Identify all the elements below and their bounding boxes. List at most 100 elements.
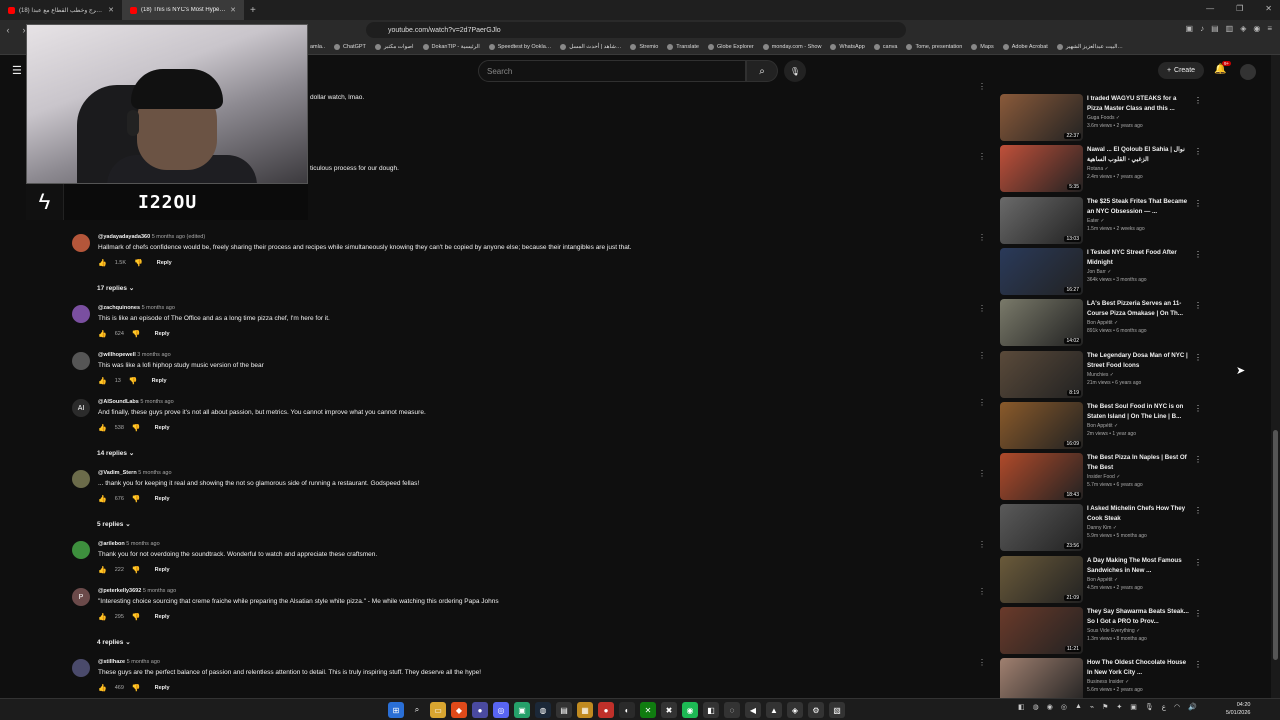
video-thumbnail[interactable]: 11:21 (1000, 607, 1083, 654)
like-icon[interactable]: 👍 (98, 495, 107, 503)
tray-icon[interactable]: ⚑ (1102, 703, 1108, 711)
page-scrollbar[interactable] (1271, 55, 1280, 698)
video-title[interactable]: I Asked Michelin Chefs How They Cook Ste… (1087, 504, 1189, 524)
browser-tab-1[interactable]: (18) جديد بالمرج وخطب القطاع مع عبدا… ✕ (0, 0, 122, 20)
tray-icon[interactable]: ◧ (1018, 703, 1025, 711)
close-tab-icon[interactable]: ✕ (108, 6, 114, 14)
app-icon[interactable]: ◈ (787, 702, 803, 718)
video-thumbnail[interactable]: 23:56 (1000, 504, 1083, 552)
comment-username[interactable]: @willhopewell 3 months ago (98, 352, 264, 358)
reply-button[interactable]: Reply (157, 260, 172, 266)
app-icon[interactable]: ◧ (703, 702, 719, 718)
steam-icon[interactable]: ◍ (535, 702, 551, 718)
view-replies-button[interactable]: 4 replies ⌄ (97, 638, 131, 646)
dislike-icon[interactable]: 👎 (132, 613, 141, 621)
bookmark-item[interactable]: Speedtest by Ookla… (488, 44, 551, 50)
extension-icon[interactable]: ▥ (1226, 24, 1234, 33)
volume-icon[interactable]: 🔊 (1188, 703, 1197, 711)
avatar[interactable] (72, 470, 90, 488)
video-title[interactable]: They Say Shawarma Beats Steak... So I Go… (1087, 607, 1189, 627)
recommendation-item[interactable]: 16:09 The Best Soul Food in NYC is on Sta… (1000, 401, 1202, 449)
recommendation-item[interactable]: 21:09 A Day Making The Most Famous Sandwi… (1000, 555, 1202, 603)
reply-button[interactable]: Reply (155, 614, 170, 620)
recommendation-item[interactable]: 16:27 I Tested NYC Street Food After Midn… (1000, 247, 1202, 295)
tray-icon[interactable]: ⌁ (1090, 703, 1094, 711)
video-menu-icon[interactable]: ⋮ (1194, 147, 1202, 156)
comment-username[interactable]: @peterkelly3692 5 months ago (98, 588, 499, 594)
maximize-icon[interactable]: ❐ (1236, 4, 1243, 13)
like-icon[interactable]: 👍 (98, 377, 107, 385)
video-title[interactable]: A Day Making The Most Famous Sandwiches … (1087, 556, 1189, 576)
video-thumbnail[interactable]: 14:02 (1000, 299, 1083, 347)
minimize-icon[interactable]: — (1206, 4, 1214, 13)
comment-menu-icon[interactable]: ⋮ (978, 304, 986, 313)
close-tab-icon[interactable]: ✕ (230, 6, 236, 14)
search-input[interactable]: Search (478, 60, 746, 82)
app-icon[interactable]: ▧ (829, 702, 845, 718)
comment-menu-icon[interactable]: ⋮ (978, 540, 986, 549)
like-icon[interactable]: 👍 (98, 259, 107, 267)
video-title[interactable]: LA's Best Pizzeria Serves an 11-Course P… (1087, 299, 1189, 319)
bookmark-item[interactable]: البيت عبدالعزيز الشهير… (1056, 44, 1123, 50)
app-icon[interactable]: ● (472, 702, 488, 718)
avatar[interactable] (72, 659, 90, 677)
comment-menu-icon[interactable]: ⋮ (978, 398, 986, 407)
video-thumbnail[interactable]: 13:03 (1000, 196, 1083, 244)
comment-username[interactable]: @AISoundLabs 5 months ago (98, 399, 426, 405)
bookmark-item[interactable]: WhatsApp (830, 44, 865, 50)
bookmark-item[interactable]: Stremio (630, 44, 658, 50)
extension-icon[interactable]: ♪ (1200, 24, 1204, 33)
video-title[interactable]: The Legendary Dosa Man of NYC | Street F… (1087, 351, 1189, 371)
reply-button[interactable]: Reply (155, 425, 170, 431)
video-thumbnail[interactable]: 16:09 (1000, 401, 1083, 449)
bookmark-item[interactable]: Translate (667, 44, 699, 50)
app-icon[interactable]: ⚙ (808, 702, 824, 718)
windows-start-icon[interactable]: ⊞ (388, 702, 404, 718)
search-icon[interactable]: ⌕ (409, 702, 425, 718)
app-icon[interactable]: ▲ (766, 702, 782, 718)
comment-username[interactable]: @zachquinones 5 months ago (98, 305, 330, 311)
channel-name[interactable]: Bon Appétit ✓ (1087, 423, 1189, 429)
recommendation-item[interactable]: 22:37 I traded WAGYU STEAKS for a Pizza M… (1000, 94, 1202, 141)
comment-menu-icon[interactable]: ⋮ (978, 587, 986, 596)
reply-button[interactable]: Reply (155, 331, 170, 337)
video-title[interactable]: The Best Soul Food in NYC is on Staten I… (1087, 402, 1189, 422)
channel-name[interactable]: Rotana ✓ (1087, 166, 1189, 172)
tray-icon[interactable]: ◎ (1061, 703, 1067, 711)
tray-icon[interactable]: ◉ (1047, 703, 1053, 711)
tray-icon[interactable]: ◍ (1033, 703, 1039, 711)
video-title[interactable]: The Best Pizza In Naples | Best Of The B… (1087, 453, 1189, 473)
video-menu-icon[interactable]: ⋮ (1194, 96, 1202, 105)
video-title[interactable]: Nawal ... El Qoloub El Sahia | نوال الزغ… (1087, 145, 1189, 165)
like-icon[interactable]: 👍 (98, 684, 107, 692)
channel-name[interactable]: Guga Foods ✓ (1087, 115, 1189, 121)
recommendation-item[interactable]: 23:56 I Asked Michelin Chefs How They Coo… (1000, 504, 1202, 552)
video-thumbnail[interactable]: 21:09 (1000, 555, 1083, 603)
bookmark-item[interactable]: canva (873, 44, 897, 50)
like-icon[interactable]: 👍 (98, 330, 107, 338)
like-icon[interactable]: 👍 (98, 424, 107, 432)
bookmark-item[interactable]: شاهد | أحدث المسل… (560, 44, 621, 50)
video-menu-icon[interactable]: ⋮ (1194, 506, 1202, 515)
avatar[interactable]: AI (72, 399, 90, 417)
browser-tab-2[interactable]: (18) This is NYC's Most Hyped P… ✕ (122, 0, 244, 20)
close-window-icon[interactable]: ✕ (1265, 4, 1272, 13)
channel-name[interactable]: Bon Appétit ✓ (1087, 577, 1189, 583)
comment-username[interactable]: @Vadim_Stern 5 months ago (98, 470, 419, 476)
video-menu-icon[interactable]: ⋮ (1194, 353, 1202, 362)
video-thumbnail[interactable]: 18:43 (1000, 453, 1083, 501)
dislike-icon[interactable]: 👎 (132, 330, 141, 338)
avatar[interactable]: P (72, 588, 90, 606)
video-thumbnail[interactable]: 22:37 (1000, 94, 1083, 141)
channel-name[interactable]: Insider Food ✓ (1087, 474, 1189, 480)
video-title[interactable]: I Tested NYC Street Food After Midnight (1087, 248, 1189, 268)
app-icon[interactable]: ◀ (745, 702, 761, 718)
tray-icon[interactable]: ▲ (1075, 703, 1082, 711)
channel-name[interactable]: Danny Kim ✓ (1087, 525, 1189, 531)
recommendation-item[interactable]: 5:35 Nawal ... El Qoloub El Sahia | نوال … (1000, 145, 1202, 193)
dislike-icon[interactable]: 👎 (134, 259, 143, 267)
bookmark-item[interactable]: monday.com - Show (762, 44, 821, 50)
brave-browser-icon[interactable]: ◆ (451, 702, 467, 718)
app-icon[interactable]: ▣ (514, 702, 530, 718)
app-icon[interactable]: ● (598, 702, 614, 718)
